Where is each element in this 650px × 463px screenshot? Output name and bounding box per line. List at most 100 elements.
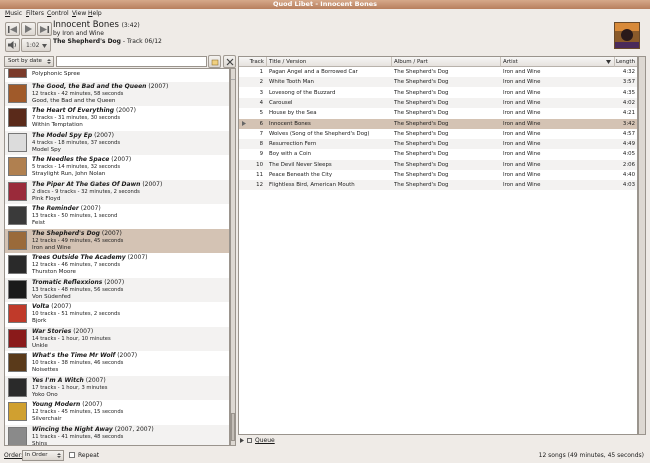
song-row[interactable]: 5 House by the Sea The Shepherd's Dog Iron … xyxy=(239,108,637,118)
song-track: 2 xyxy=(259,79,263,86)
album-artist: Thurston Moore xyxy=(32,269,76,275)
album-row[interactable]: Yes I'm A Witch (2007) 17 tracks - 1 hour… xyxy=(5,375,229,400)
column-header-track[interactable]: Track xyxy=(239,57,267,67)
album-artist: Noisettes xyxy=(32,367,59,373)
menu-view[interactable]: View xyxy=(72,10,86,18)
sort-dropdown[interactable]: Sort by date xyxy=(4,56,54,67)
sort-dropdown-value: Sort by date xyxy=(8,58,42,64)
chevron-updown-icon xyxy=(47,59,51,64)
next-button[interactable] xyxy=(37,22,52,36)
song-artist-cell: Iron and Wine xyxy=(503,151,541,158)
album-cover[interactable] xyxy=(614,22,640,49)
album-row[interactable]: The Good, the Bad and the Queen (2007) 12… xyxy=(5,81,229,106)
song-album-cell: The Shepherd's Dog xyxy=(394,79,449,86)
song-track: 3 xyxy=(259,89,263,96)
song-title-cell: White Tooth Man xyxy=(269,79,314,86)
edit-icon xyxy=(211,59,218,65)
seek-button[interactable]: 1:02 xyxy=(21,38,51,52)
album-thumbnail xyxy=(8,83,27,103)
song-artist: by Iron and Wine xyxy=(53,30,104,37)
album-meta: 5 tracks - 14 minutes, 32 seconds xyxy=(32,164,121,170)
song-list[interactable]: Track Title / Version Album / Part Artis… xyxy=(238,56,638,435)
album-row[interactable]: Tromatic Reflexxions (2007) 13 tracks - 4… xyxy=(5,277,229,302)
song-row[interactable]: 12 Flightless Bird, American Mouth The She… xyxy=(239,180,637,191)
order-label: Order: xyxy=(4,452,23,459)
album-row[interactable]: The Shepherd's Dog (2007) 12 tracks - 49 … xyxy=(5,228,229,253)
column-header-length[interactable]: Length xyxy=(615,57,637,67)
album-row[interactable]: The Reminder (2007) 13 tracks - 50 minute… xyxy=(5,204,229,229)
album-row[interactable]: War Stories (2007) 14 tracks - 1 hour, 10… xyxy=(5,326,229,351)
status-summary: 12 songs (49 minutes, 45 seconds) xyxy=(538,452,644,459)
song-track: 11 xyxy=(256,172,263,178)
song-row[interactable]: 3 Lovesong of the Buzzard The Shepherd's D… xyxy=(239,88,637,98)
song-row[interactable]: 11 Peace Beneath the City The Shepherd's D… xyxy=(239,170,637,180)
album-thumbnail xyxy=(8,402,27,421)
album-row[interactable]: The Piper At The Gates Of Dawn (2007) 2 d… xyxy=(5,179,229,204)
play-button[interactable] xyxy=(21,22,36,36)
album-row[interactable]: The Model Spy Ep (2007) 4 tracks - 18 min… xyxy=(5,130,229,155)
scroll-thumb[interactable] xyxy=(231,413,235,441)
song-album: The Shepherd's Dog - Track 06/12 xyxy=(53,38,162,45)
album-browser-scrollbar[interactable] xyxy=(230,68,236,446)
song-row[interactable]: 7 Wolves (Song of the Shepherd's Dog) The … xyxy=(239,129,637,139)
album-row[interactable]: Polyphonic Spree xyxy=(5,69,229,82)
album-title-line: Volta (2007) xyxy=(32,303,72,310)
song-row[interactable]: 1 Pagan Angel and a Borrowed Car The Sheph… xyxy=(239,67,637,77)
song-artist-cell: Iron and Wine xyxy=(503,130,541,137)
album-meta: 10 tracks - 51 minutes, 2 seconds xyxy=(32,311,121,317)
window-title: Quod Libet - Innocent Bones xyxy=(0,0,650,9)
album-artist: Within Temptation xyxy=(32,122,83,128)
song-album-cell: The Shepherd's Dog xyxy=(394,172,449,178)
album-artist: Shins xyxy=(32,440,48,446)
album-thumbnail xyxy=(8,304,27,323)
menu-filters[interactable]: Filters xyxy=(26,10,44,18)
album-meta: 17 tracks - 1 hour, 3 minutes xyxy=(32,384,108,391)
album-row[interactable]: The Needles the Space (2007) 5 tracks - 1… xyxy=(5,155,229,180)
chevron-updown-icon xyxy=(57,453,61,458)
scroll-up-arrow[interactable] xyxy=(231,71,235,80)
album-artist: Pink Floyd xyxy=(32,195,61,202)
search-input[interactable] xyxy=(56,56,207,67)
menu-help[interactable]: Help xyxy=(88,10,102,18)
album-browser[interactable]: Polyphonic Spree The Good, the Bad and th… xyxy=(4,68,230,446)
clear-button[interactable] xyxy=(223,55,236,68)
album-row[interactable]: Volta (2007) 10 tracks - 51 minutes, 2 se… xyxy=(5,302,229,327)
search-options-button[interactable] xyxy=(208,55,221,68)
repeat-checkbox[interactable] xyxy=(69,452,75,458)
song-row[interactable]: 9 Boy with a Coin The Shepherd's Dog Iron a… xyxy=(239,149,637,159)
song-row[interactable]: 8 Resurrection Fern The Shepherd's Dog Iron… xyxy=(239,139,637,150)
album-row[interactable]: What's the Time Mr Wolf (2007) 10 tracks … xyxy=(5,351,229,376)
song-row[interactable]: 2 White Tooth Man The Shepherd's Dog Iron a… xyxy=(239,77,637,88)
menu-control[interactable]: Control xyxy=(47,10,69,18)
queue-checkbox[interactable] xyxy=(247,438,252,443)
song-row[interactable]: 10 The Devil Never Sleeps The Shepherd's D… xyxy=(239,159,637,170)
song-row[interactable]: 4 Carousel The Shepherd's Dog Iron and Wine… xyxy=(239,97,637,108)
album-thumbnail xyxy=(8,181,27,201)
song-length: 4:49 xyxy=(622,141,635,148)
album-meta: 13 tracks - 50 minutes, 1 second xyxy=(32,213,118,219)
album-title-line: What's the Time Mr Wolf (2007) xyxy=(32,352,138,359)
song-row[interactable]: 6 Innocent Bones The Shepherd's Dog Iron an… xyxy=(239,118,637,129)
previous-button[interactable] xyxy=(5,22,20,36)
album-row[interactable]: Trees Outside The Academy (2007) 12 track… xyxy=(5,253,229,278)
album-meta: 11 tracks - 41 minutes, 48 seconds xyxy=(32,433,124,440)
menu-music[interactable]: Music xyxy=(5,10,22,18)
column-header-title[interactable]: Title / Version xyxy=(267,57,392,67)
volume-button[interactable] xyxy=(5,38,20,52)
album-row[interactable]: Young Modern (2007) 12 tracks - 45 minute… xyxy=(5,400,229,425)
song-length: 4:03 xyxy=(622,182,635,189)
column-header-album[interactable]: Album / Part xyxy=(392,57,501,67)
album-artist: Silverchair xyxy=(32,416,62,422)
album-row[interactable]: The Heart Of Everything (2007) 7 tracks -… xyxy=(5,106,229,131)
song-album-cell: The Shepherd's Dog xyxy=(394,69,449,75)
album-title-line: War Stories (2007) xyxy=(32,327,94,335)
order-dropdown[interactable]: In Order xyxy=(22,450,64,461)
status-bar: Order: In Order Repeat 12 songs (49 minu… xyxy=(0,449,650,463)
album-title-line: The Piper At The Gates Of Dawn (2007) xyxy=(32,180,163,188)
song-list-scrollbar[interactable] xyxy=(638,56,646,435)
column-header-artist[interactable]: Artist xyxy=(501,57,615,67)
album-thumbnail xyxy=(8,230,27,250)
album-row[interactable]: Wincing the Night Away (2007, 2007) 11 tr… xyxy=(5,424,229,446)
song-title-cell: Peace Beneath the City xyxy=(269,172,333,178)
song-album-cell: The Shepherd's Dog xyxy=(394,141,449,148)
